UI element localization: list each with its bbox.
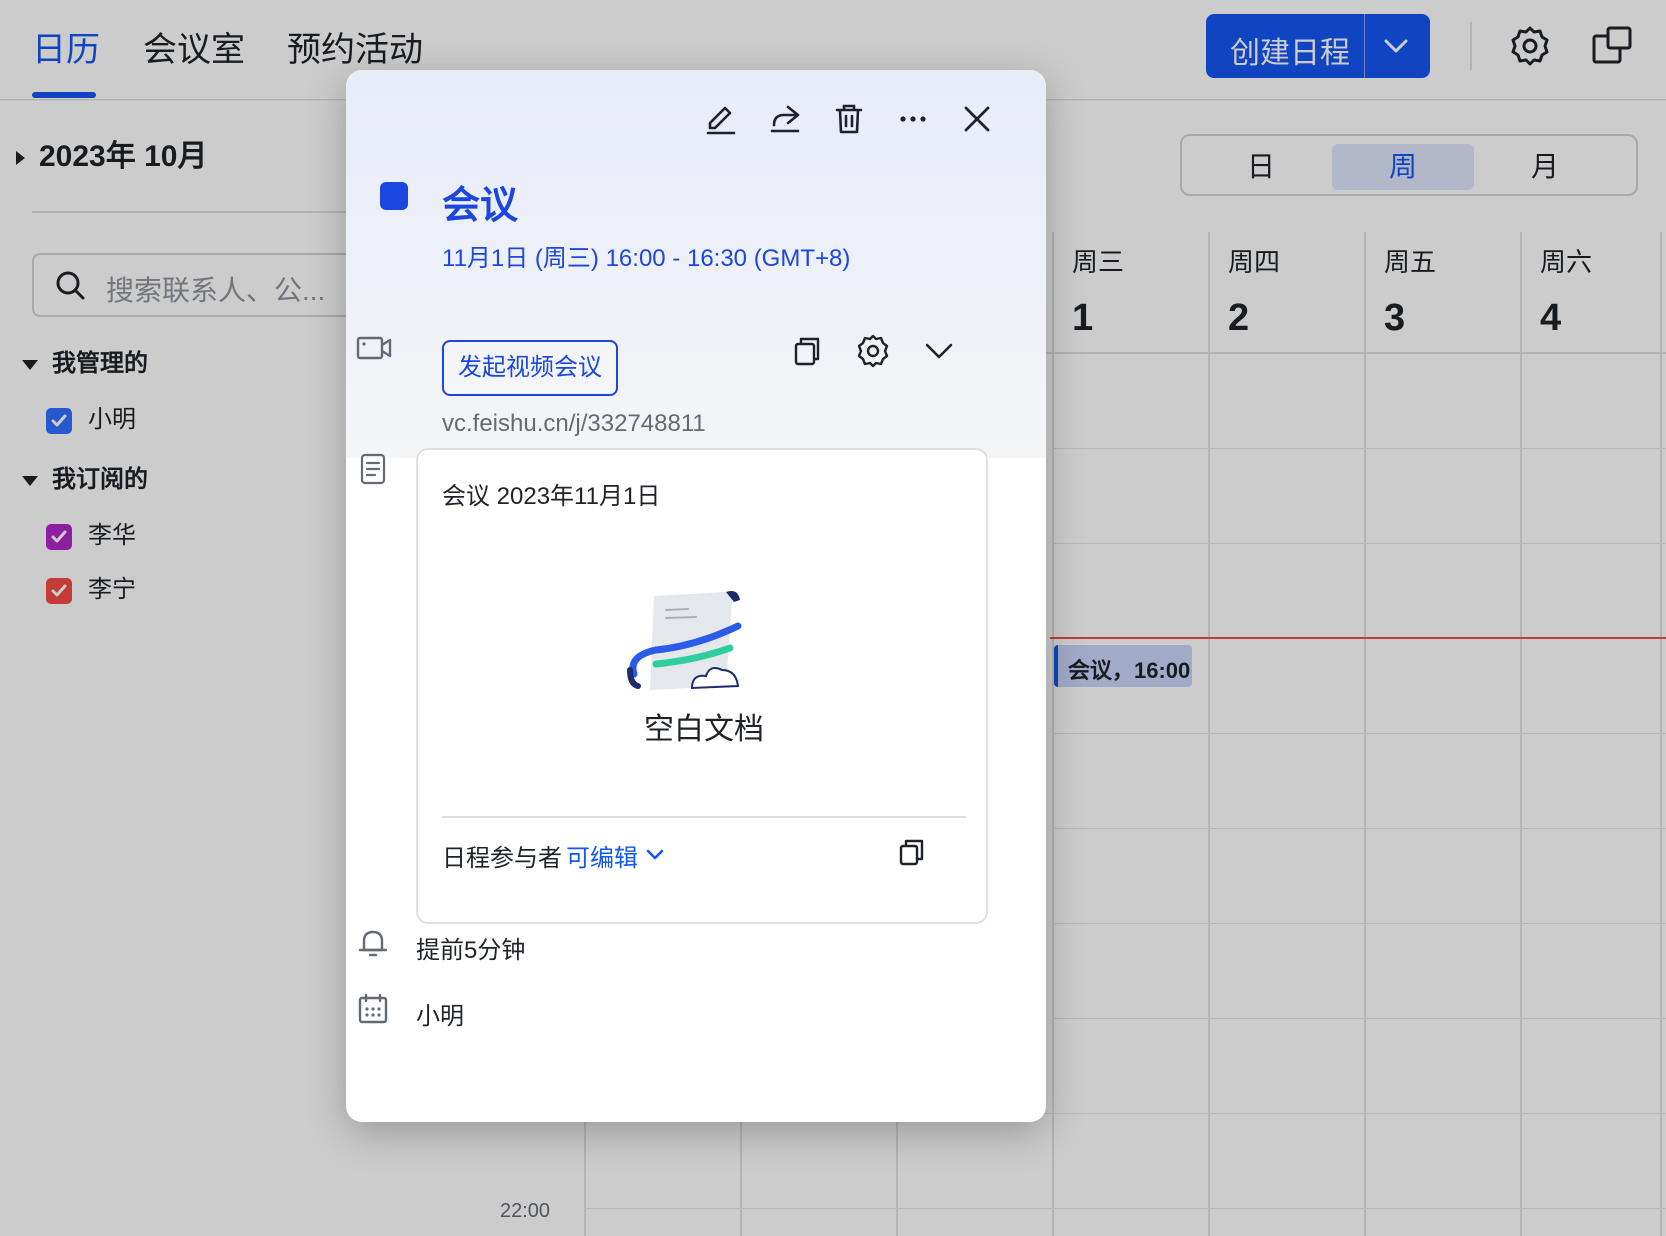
delete-icon[interactable] [830,100,868,138]
event-detail-popup: 会议 11月1日 (周三) 16:00 - 16:30 (GMT+8) 发起视频… [346,70,1046,1122]
gear-icon[interactable] [854,332,892,370]
doc-divider [442,816,966,818]
copy-icon[interactable] [788,332,826,370]
document-icon [360,453,386,485]
doc-permission-label: 日程参与者 [442,845,562,872]
meeting-doc-card[interactable]: 会议 2023年11月1日 空白文档 日程参与者 可编辑 [416,448,988,924]
calendar-icon [358,993,388,1024]
doc-permission-dropdown[interactable]: 可编辑 [566,838,638,873]
calendar-app: 日历 会议室 预约活动 创建日程 2023年 10月 搜索联系人、公... 我管… [0,0,1666,1236]
blank-doc-label: 空白文档 [644,713,764,746]
copy-icon[interactable] [896,836,928,868]
reminder-text[interactable]: 提前5分钟 [416,930,525,965]
doc-title: 会议 2023年11月1日 [442,483,661,510]
bell-icon [358,930,388,957]
start-video-meeting-button[interactable]: 发起视频会议 [442,340,618,396]
event-color-swatch [380,182,408,210]
video-meeting-link[interactable]: vc.feishu.cn/j/332748811 [442,410,706,438]
calendar-owner-text: 小明 [416,1003,464,1030]
chevron-down-icon[interactable] [920,332,958,370]
blank-document-illustration [627,591,742,690]
edit-icon[interactable] [702,100,740,138]
more-icon[interactable] [894,100,932,138]
close-icon[interactable] [958,100,996,138]
event-title: 会议 [442,185,519,227]
chevron-down-icon[interactable] [644,844,666,866]
video-camera-icon [356,336,392,360]
event-time: 11月1日 (周三) 16:00 - 16:30 (GMT+8) [442,245,851,272]
share-icon[interactable] [766,100,804,138]
